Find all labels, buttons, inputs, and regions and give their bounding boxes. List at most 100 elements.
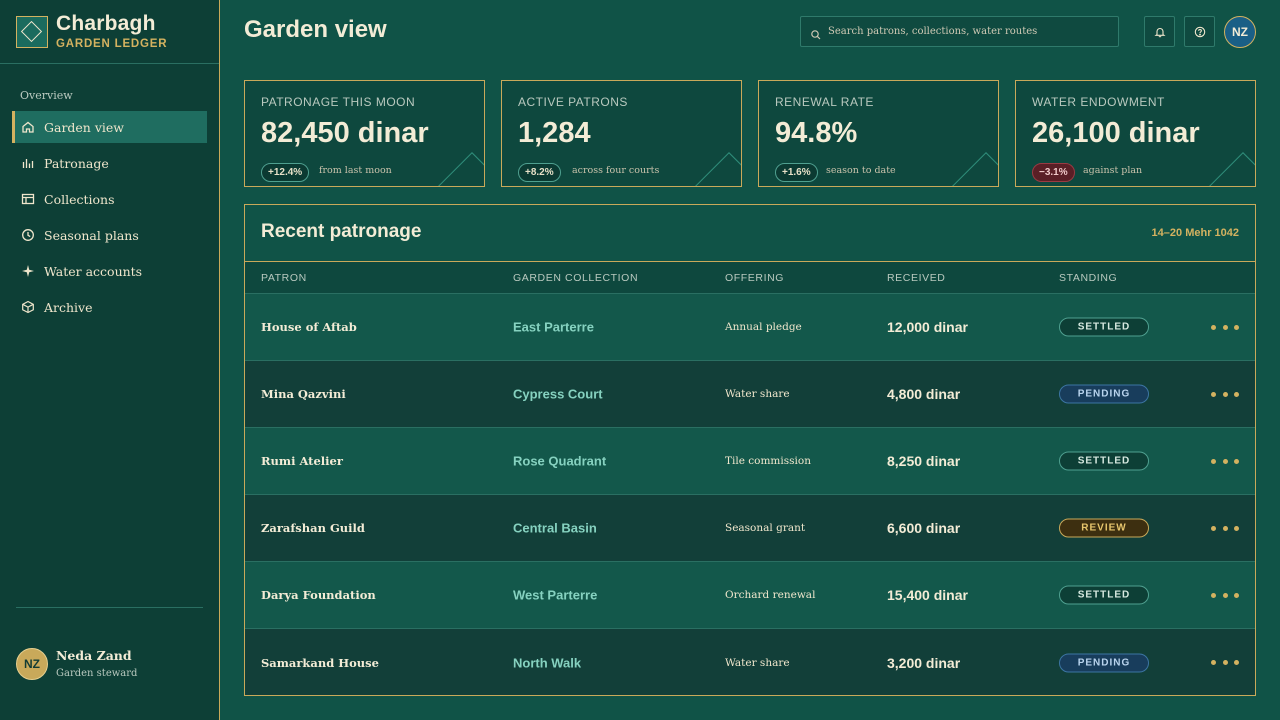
- kpi-note: across four courts: [572, 165, 660, 176]
- sidebar-item-water-accounts[interactable]: Water accounts: [12, 255, 207, 287]
- kpi-label: RENEWAL RATE: [775, 95, 874, 109]
- table-row[interactable]: Samarkand House North Walk Water share 3…: [245, 629, 1255, 695]
- collection-link[interactable]: West Parterre: [513, 588, 597, 603]
- sidebar: Charbagh GARDEN LEDGER Overview Garden v…: [0, 0, 220, 720]
- diamond-decoration-icon: [438, 152, 484, 186]
- received-amount: 4,800 dinar: [887, 386, 961, 402]
- brand-name: Charbagh: [56, 12, 156, 35]
- brand-logo-icon: [16, 16, 48, 48]
- sidebar-item-label: Garden view: [44, 119, 124, 135]
- patron-name: Samarkand House: [261, 655, 379, 670]
- kpi-value: 94.8%: [775, 117, 858, 149]
- table-row[interactable]: Mina Qazvini Cypress Court Water share 4…: [245, 361, 1255, 428]
- offering-text: Water share: [725, 656, 790, 669]
- panel-title: Recent patronage: [261, 221, 422, 242]
- diamond-decoration-icon: [1209, 152, 1255, 186]
- sidebar-nav: Garden view Patronage Collections Season…: [12, 111, 207, 327]
- sidebar-item-label: Water accounts: [44, 263, 143, 279]
- sidebar-item-label: Collections: [44, 191, 115, 207]
- collection-link[interactable]: East Parterre: [513, 320, 594, 335]
- sidebar-item-patronage[interactable]: Patronage: [12, 147, 207, 179]
- kpi-value: 1,284: [518, 117, 591, 149]
- kpi-card-patronage: PATRONAGE THIS MOON 82,450 dinar +12.4% …: [244, 80, 485, 187]
- kpi-card-renewal-rate: RENEWAL RATE 94.8% +1.6% season to date: [758, 80, 999, 187]
- table-row[interactable]: House of Aftab East Parterre Annual pled…: [245, 294, 1255, 361]
- table-body: House of Aftab East Parterre Annual pled…: [245, 294, 1255, 695]
- user-name: Neda Zand: [56, 648, 132, 663]
- sidebar-item-label: Archive: [44, 299, 93, 315]
- patron-name: Zarafshan Guild: [261, 521, 365, 535]
- avatar: NZ: [16, 648, 48, 680]
- brand[interactable]: Charbagh GARDEN LEDGER: [16, 12, 206, 50]
- offering-text: Seasonal grant: [725, 522, 806, 534]
- patron-name: House of Aftab: [261, 320, 357, 334]
- kpi-label: PATRONAGE THIS MOON: [261, 95, 416, 109]
- more-actions-icon[interactable]: [1211, 320, 1239, 334]
- search-icon: [810, 26, 822, 40]
- home-icon: [21, 120, 35, 134]
- bar-chart-icon: [21, 156, 35, 170]
- kpi-change-badge: +1.6%: [775, 163, 818, 182]
- search-box[interactable]: [800, 16, 1119, 47]
- received-amount: 12,000 dinar: [887, 319, 968, 335]
- patron-name: Darya Foundation: [261, 588, 376, 602]
- collection-link[interactable]: Cypress Court: [513, 387, 603, 402]
- recent-patronage-panel: Recent patronage 14–20 Mehr 1042 PATRON …: [244, 204, 1256, 696]
- received-amount: 8,250 dinar: [887, 453, 961, 469]
- box-icon: [21, 300, 35, 314]
- table-header: PATRON GARDEN COLLECTION OFFERING RECEIV…: [245, 262, 1255, 294]
- sidebar-divider: [0, 63, 219, 64]
- header-avatar[interactable]: NZ: [1224, 16, 1256, 48]
- patron-name: Rumi Atelier: [261, 454, 343, 468]
- status-badge: SETTLED: [1059, 451, 1149, 471]
- status-badge: SETTLED: [1059, 317, 1149, 337]
- table-row[interactable]: Darya Foundation West Parterre Orchard r…: [245, 562, 1255, 629]
- received-amount: 6,600 dinar: [887, 520, 961, 536]
- more-actions-icon[interactable]: [1211, 387, 1239, 401]
- help-button[interactable]: [1184, 16, 1215, 47]
- offering-text: Orchard renewal: [725, 589, 816, 601]
- collection-link[interactable]: Rose Quadrant: [513, 454, 606, 469]
- search-input[interactable]: [828, 17, 1113, 46]
- sparkle-icon: [21, 264, 35, 278]
- nav-section-label: Overview: [20, 89, 73, 102]
- sidebar-item-label: Seasonal plans: [44, 227, 139, 243]
- date-range: 14–20 Mehr 1042: [1151, 227, 1239, 239]
- page-title: Garden view: [244, 16, 387, 43]
- collection-link[interactable]: Central Basin: [513, 521, 597, 536]
- column-header-offering[interactable]: OFFERING: [725, 272, 784, 284]
- user-profile[interactable]: NZ Neda Zand Garden steward: [16, 648, 206, 682]
- sidebar-item-seasonal-plans[interactable]: Seasonal plans: [12, 219, 207, 251]
- received-amount: 3,200 dinar: [887, 654, 961, 671]
- sidebar-item-collections[interactable]: Collections: [12, 183, 207, 215]
- brand-subtitle: GARDEN LEDGER: [56, 38, 168, 50]
- status-badge: PENDING: [1059, 653, 1149, 672]
- kpi-note: from last moon: [319, 165, 392, 176]
- notifications-button[interactable]: [1144, 16, 1175, 47]
- table-row[interactable]: Zarafshan Guild Central Basin Seasonal g…: [245, 495, 1255, 562]
- kpi-label: ACTIVE PATRONS: [518, 95, 628, 109]
- more-actions-icon[interactable]: [1211, 588, 1239, 602]
- collection-link[interactable]: North Walk: [513, 655, 581, 670]
- more-actions-icon[interactable]: [1211, 656, 1239, 670]
- column-header-collection[interactable]: GARDEN COLLECTION: [513, 272, 638, 284]
- sidebar-item-archive[interactable]: Archive: [12, 291, 207, 323]
- offering-text: Water share: [725, 388, 790, 400]
- column-header-received[interactable]: RECEIVED: [887, 272, 945, 284]
- more-actions-icon[interactable]: [1211, 521, 1239, 535]
- kpi-change-badge: +12.4%: [261, 163, 310, 182]
- panel-header: Recent patronage 14–20 Mehr 1042: [245, 205, 1255, 262]
- column-header-standing[interactable]: STANDING: [1059, 272, 1117, 284]
- table-icon: [21, 192, 35, 206]
- more-actions-icon[interactable]: [1211, 454, 1239, 468]
- kpi-note: season to date: [826, 165, 896, 176]
- column-header-patron[interactable]: PATRON: [261, 272, 307, 284]
- table-row[interactable]: Rumi Atelier Rose Quadrant Tile commissi…: [245, 428, 1255, 495]
- bell-icon: [1153, 26, 1166, 38]
- status-badge: PENDING: [1059, 384, 1149, 404]
- offering-text: Annual pledge: [725, 321, 802, 333]
- sidebar-item-garden-view[interactable]: Garden view: [12, 111, 207, 143]
- kpi-change-badge: −3.1%: [1032, 163, 1075, 182]
- sidebar-item-label: Patronage: [44, 155, 109, 171]
- diamond-decoration-icon: [695, 152, 741, 186]
